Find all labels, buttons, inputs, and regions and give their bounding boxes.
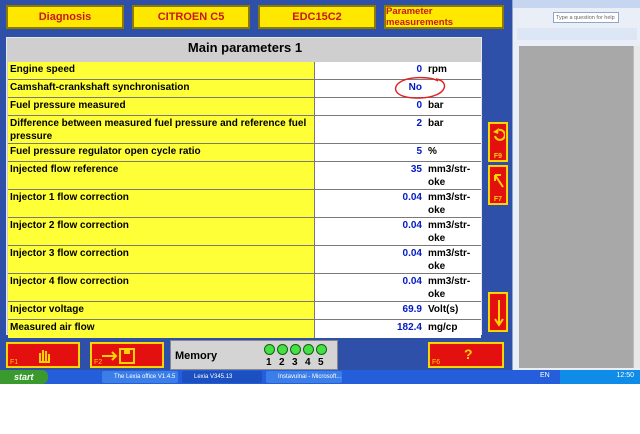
parameters-panel: Main parameters 1 Engine speed 0 rpm Cams… bbox=[6, 37, 482, 338]
param-label: Fuel pressure regulator open cycle ratio bbox=[8, 144, 315, 161]
f2-button[interactable]: F2 bbox=[90, 342, 164, 368]
f6-label: F6 bbox=[432, 359, 441, 366]
param-unit: mg/cp bbox=[428, 322, 458, 333]
param-row-injector-voltage: Injector voltage 69.9 Volt(s) bbox=[8, 302, 481, 320]
memory-label: Memory bbox=[175, 350, 218, 362]
slot-number: 5 bbox=[318, 357, 324, 368]
lexia-window: Diagnosis CITROEN C5 EDC15C2 Parameter m… bbox=[0, 0, 512, 370]
tab-parameter-measurements[interactable]: Parameter measurements bbox=[384, 5, 504, 29]
f7-label: F7 bbox=[493, 196, 503, 203]
param-row-injector-2: Injector 2 flow correction 0.04 mm3/str-o… bbox=[8, 218, 481, 246]
vertical-scrollbar[interactable] bbox=[633, 46, 640, 368]
param-unit: mm3/str-oke bbox=[428, 220, 471, 244]
f9-button[interactable]: F9 bbox=[488, 122, 508, 162]
param-row-regulator: Fuel pressure regulator open cycle ratio… bbox=[8, 144, 481, 162]
memory-slot-3[interactable] bbox=[290, 344, 301, 355]
memory-slot-2[interactable] bbox=[277, 344, 288, 355]
task-word[interactable]: Instavulnai - Microsoft... bbox=[266, 371, 342, 383]
save-to-disk-icon bbox=[102, 348, 135, 364]
windows-taskbar: start The Lexia office V1.4.5 Lexia V345… bbox=[0, 370, 640, 384]
param-label: Injected flow reference bbox=[8, 162, 315, 189]
rotate-icon bbox=[493, 128, 505, 141]
system-tray: 12:50 bbox=[560, 370, 640, 384]
tab-diagnosis[interactable]: Diagnosis bbox=[6, 5, 124, 29]
param-label: Fuel pressure measured bbox=[8, 98, 315, 115]
task-lexia-office[interactable]: The Lexia office V1.4.5 bbox=[102, 371, 178, 383]
param-label: Measured air flow bbox=[8, 320, 315, 338]
memory-slot-4[interactable] bbox=[303, 344, 314, 355]
tab-vehicle[interactable]: CITROEN C5 bbox=[132, 5, 250, 29]
param-value: 69.9 bbox=[402, 304, 422, 315]
param-label: Camshaft-crankshaft synchronisation bbox=[8, 80, 315, 97]
arrow-down-icon bbox=[494, 300, 504, 327]
arrow-up-left-icon bbox=[494, 174, 504, 188]
panel-title: Main parameters 1 bbox=[187, 40, 303, 55]
param-unit: mm3/str-oke bbox=[428, 192, 471, 216]
param-label: Engine speed bbox=[8, 62, 315, 79]
word-window: Type a question for help bbox=[512, 0, 640, 370]
param-row-injector-1: Injector 1 flow correction 0.04 mm3/str-o… bbox=[8, 190, 481, 218]
param-label: Injector 3 flow correction bbox=[8, 246, 315, 273]
f7-button[interactable]: F7 bbox=[488, 165, 508, 205]
param-label: Injector 2 flow correction bbox=[8, 218, 315, 245]
param-unit: bar bbox=[428, 118, 444, 129]
document-area bbox=[519, 46, 633, 368]
param-label: Difference between measured fuel pressur… bbox=[8, 116, 315, 143]
help-search-input[interactable]: Type a question for help bbox=[553, 12, 619, 23]
memory-slot-5[interactable] bbox=[316, 344, 327, 355]
param-unit: mm3/str-oke bbox=[428, 164, 471, 188]
start-button[interactable]: start bbox=[0, 370, 48, 384]
slot-number: 4 bbox=[305, 357, 311, 368]
param-label: Injector 1 flow correction bbox=[8, 190, 315, 217]
parameters-table: Engine speed 0 rpm Camshaft-crankshaft sy… bbox=[8, 62, 481, 338]
f2-label: F2 bbox=[94, 359, 103, 366]
param-value: 2 bbox=[416, 118, 422, 129]
param-unit: mm3/str-oke bbox=[428, 276, 471, 300]
param-row-injected-flow: Injected flow reference 35 mm3/str-oke bbox=[8, 162, 481, 190]
param-label: Injector voltage bbox=[8, 302, 315, 319]
param-row-air-flow: Measured air flow 182.4 mg/cp bbox=[8, 320, 481, 338]
param-label: Injector 4 flow correction bbox=[8, 274, 315, 301]
param-unit: % bbox=[428, 146, 437, 157]
param-unit: mm3/str-oke bbox=[428, 248, 471, 272]
clock: 12:50 bbox=[616, 372, 634, 379]
slot-number: 1 bbox=[266, 357, 272, 368]
param-value: 0.04 bbox=[402, 276, 422, 287]
param-value: 0.04 bbox=[402, 192, 422, 203]
slot-number: 2 bbox=[279, 357, 285, 368]
param-row-sync: Camshaft-crankshaft synchronisation No bbox=[8, 76, 481, 99]
slot-number: 3 bbox=[292, 357, 298, 368]
hand-stop-icon bbox=[39, 350, 50, 363]
language-indicator[interactable]: EN bbox=[540, 372, 550, 379]
task-lexia[interactable]: Lexia V345.13 bbox=[182, 371, 262, 383]
param-value: 182.4 bbox=[396, 322, 422, 333]
f6-help-button[interactable]: ? F6 bbox=[428, 342, 504, 368]
param-row-injector-3: Injector 3 flow correction 0.04 mm3/str-o… bbox=[8, 246, 481, 274]
param-unit: Volt(s) bbox=[428, 304, 459, 315]
param-row-injector-4: Injector 4 flow correction 0.04 mm3/str-o… bbox=[8, 274, 481, 302]
param-value: 5 bbox=[416, 146, 422, 157]
scroll-down-button[interactable] bbox=[488, 292, 508, 332]
param-value: 0.04 bbox=[402, 248, 422, 259]
annotation-circle-icon bbox=[394, 76, 446, 99]
param-value: 35 bbox=[410, 164, 422, 175]
tab-ecu[interactable]: EDC15C2 bbox=[258, 5, 376, 29]
f1-label: F1 bbox=[10, 359, 19, 366]
toolbar bbox=[517, 28, 637, 40]
param-row-pressure-diff: Difference between measured fuel pressur… bbox=[8, 116, 481, 144]
memory-panel: Memory 1 2 3 4 5 bbox=[170, 340, 338, 370]
help-label: ? bbox=[464, 346, 473, 362]
f9-label: F9 bbox=[493, 153, 503, 160]
param-value: 0.04 bbox=[402, 220, 422, 231]
memory-slot-1[interactable] bbox=[264, 344, 275, 355]
title-bar bbox=[513, 0, 640, 8]
f1-button[interactable]: F1 bbox=[6, 342, 80, 368]
